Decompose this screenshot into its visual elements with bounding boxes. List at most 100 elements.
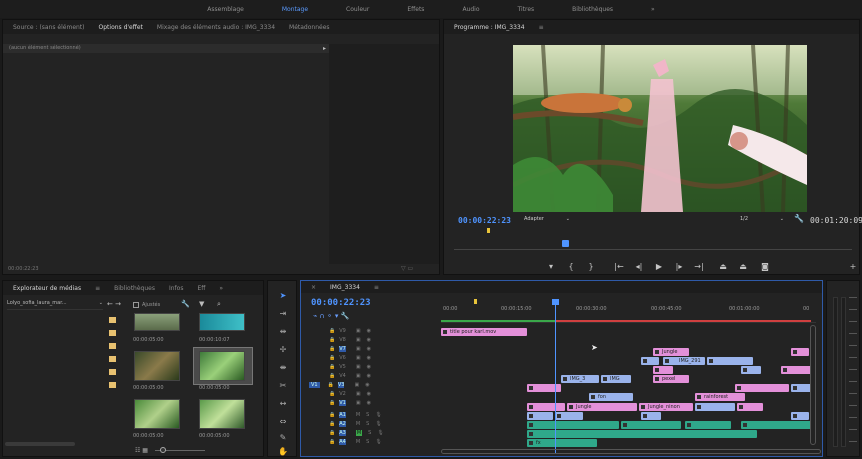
- eye-icon[interactable]: ◉: [367, 355, 371, 361]
- clip-title[interactable]: title pour karl.mov: [441, 328, 527, 336]
- media-thumbnail[interactable]: [134, 351, 180, 381]
- folder-icon[interactable]: [109, 369, 116, 375]
- clip[interactable]: rainforest: [695, 393, 745, 401]
- mark-in-icon[interactable]: {: [564, 260, 578, 272]
- mute-icon[interactable]: M: [356, 439, 360, 445]
- tab-effects[interactable]: Eff: [192, 285, 210, 292]
- workspace-tab-bibliotheques[interactable]: Bibliothèques: [553, 6, 632, 13]
- track-label-v4[interactable]: V4: [339, 373, 346, 379]
- workspace-more-button[interactable]: »: [632, 6, 674, 13]
- step-forward-icon[interactable]: |▸: [672, 260, 686, 272]
- track-label-v7[interactable]: V7: [339, 345, 346, 352]
- mute-icon[interactable]: M: [356, 421, 360, 427]
- media-thumbnail[interactable]: [199, 399, 245, 429]
- track-label-v6[interactable]: V6: [339, 355, 346, 361]
- folder-icon[interactable]: [109, 356, 116, 362]
- timeline-h-scrollbar[interactable]: [441, 449, 821, 454]
- mark-out-icon[interactable]: }: [584, 260, 598, 272]
- solo-icon[interactable]: S: [368, 430, 371, 436]
- close-icon[interactable]: ×: [306, 284, 321, 291]
- selection-tool-icon[interactable]: ➤: [277, 289, 289, 301]
- add-button-icon[interactable]: +: [846, 260, 860, 272]
- workspace-tab-titres[interactable]: Titres: [499, 6, 554, 13]
- slide-tool-icon[interactable]: ⇔: [277, 415, 289, 427]
- clip[interactable]: [791, 412, 809, 420]
- search-icon[interactable]: ⌕: [217, 300, 221, 309]
- tab-media-browser[interactable]: Explorateur de médias: [8, 285, 86, 292]
- clip[interactable]: IMG_291: [663, 357, 705, 365]
- folder-icon[interactable]: [109, 343, 116, 349]
- folder-icon[interactable]: [109, 330, 116, 336]
- tab-audio-clip-mixer[interactable]: Mixage des éléments audio : IMG_3334: [152, 24, 280, 31]
- lift-icon[interactable]: ⏏: [716, 260, 730, 272]
- go-to-out-icon[interactable]: →|: [692, 260, 706, 272]
- track-label-v3[interactable]: V3: [337, 381, 345, 388]
- media-thumbnail[interactable]: [134, 313, 180, 331]
- tab-sequence[interactable]: IMG_3334: [325, 284, 365, 291]
- panel-menu-icon[interactable]: ≡: [90, 285, 105, 292]
- clip[interactable]: Jungle_ninon: [639, 403, 693, 411]
- clip[interactable]: IMG: [601, 375, 631, 383]
- tab-effect-options[interactable]: Options d'effet: [94, 24, 148, 31]
- timeline-v-scrollbar[interactable]: [810, 325, 816, 445]
- folder-icon[interactable]: [109, 382, 116, 388]
- workspace-tab-audio[interactable]: Audio: [443, 6, 498, 13]
- program-scrub-bar[interactable]: [454, 240, 852, 250]
- audio-clip[interactable]: [741, 421, 811, 429]
- razor-tool-icon[interactable]: ✂: [277, 379, 289, 391]
- eye-icon[interactable]: ◉: [367, 373, 371, 379]
- track-label-a2[interactable]: A2: [339, 420, 346, 427]
- track-label-a3[interactable]: A3: [339, 429, 346, 436]
- track-label-v8[interactable]: V8: [339, 337, 346, 343]
- mute-icon[interactable]: M: [355, 429, 363, 436]
- mic-icon[interactable]: 🎙: [375, 439, 381, 445]
- sync-lock-icon[interactable]: ▣: [356, 400, 361, 406]
- tab-metadata[interactable]: Métadonnées: [284, 24, 335, 31]
- track-label-a1[interactable]: A1: [339, 411, 346, 418]
- timeline-ruler[interactable]: 00:00 00:00:15:00 00:00:30:00 00:00:45:0…: [441, 299, 816, 323]
- workspace-tab-effets[interactable]: Effets: [388, 6, 443, 13]
- sync-lock-icon[interactable]: ▣: [356, 355, 361, 361]
- sync-lock-icon[interactable]: ▣: [354, 382, 359, 388]
- mic-icon[interactable]: 🎙: [375, 421, 381, 427]
- rolling-edit-tool-icon[interactable]: ✢: [277, 343, 289, 355]
- step-back-icon[interactable]: ◂|: [632, 260, 646, 272]
- slip-tool-icon[interactable]: ↔: [277, 397, 289, 409]
- list-view-icon[interactable]: ☷ ▦: [135, 447, 148, 454]
- play-icon[interactable]: ▶: [652, 260, 666, 272]
- extract-icon[interactable]: ⏏: [736, 260, 750, 272]
- eye-icon[interactable]: ◉: [367, 337, 371, 343]
- clip[interactable]: [641, 357, 659, 365]
- track-label-v1[interactable]: V1: [339, 399, 346, 406]
- wrench-icon[interactable]: 🔧: [794, 214, 804, 223]
- audio-clip[interactable]: [621, 421, 681, 429]
- zoom-slider-handle[interactable]: [160, 447, 166, 453]
- mute-icon[interactable]: M: [356, 412, 360, 418]
- lock-icon[interactable]: 🔒: [329, 355, 335, 361]
- sync-lock-icon[interactable]: ▣: [356, 337, 361, 343]
- lock-icon[interactable]: 🔒: [329, 439, 335, 445]
- eye-icon[interactable]: ◉: [367, 364, 371, 370]
- lock-icon[interactable]: 🔒: [329, 364, 335, 370]
- audio-clip[interactable]: [527, 430, 757, 438]
- clip[interactable]: [741, 366, 761, 374]
- solo-icon[interactable]: S: [366, 439, 369, 445]
- clip[interactable]: [555, 412, 583, 420]
- sync-lock-icon[interactable]: ▣: [356, 328, 361, 334]
- resolution-dropdown[interactable]: 1/2 ⌄: [740, 216, 784, 226]
- program-title[interactable]: Programme : IMG_3334: [449, 24, 530, 31]
- solo-icon[interactable]: S: [366, 421, 369, 427]
- eye-icon[interactable]: ◉: [365, 382, 369, 388]
- media-thumbnail[interactable]: [134, 399, 180, 429]
- panel-menu-icon[interactable]: ≡: [369, 284, 384, 291]
- wrench-icon[interactable]: 🔧: [181, 300, 190, 308]
- filter-funnel-icon[interactable]: ▼: [199, 300, 204, 308]
- fit-dropdown[interactable]: Adapter ⌄: [524, 216, 570, 226]
- clip[interactable]: fon: [589, 393, 633, 401]
- mic-icon[interactable]: 🎙: [377, 430, 383, 436]
- clip[interactable]: Jungle: [653, 348, 689, 356]
- clip[interactable]: [791, 348, 809, 356]
- clip[interactable]: [781, 366, 811, 374]
- clip[interactable]: [695, 403, 735, 411]
- folder-icon[interactable]: [109, 317, 116, 323]
